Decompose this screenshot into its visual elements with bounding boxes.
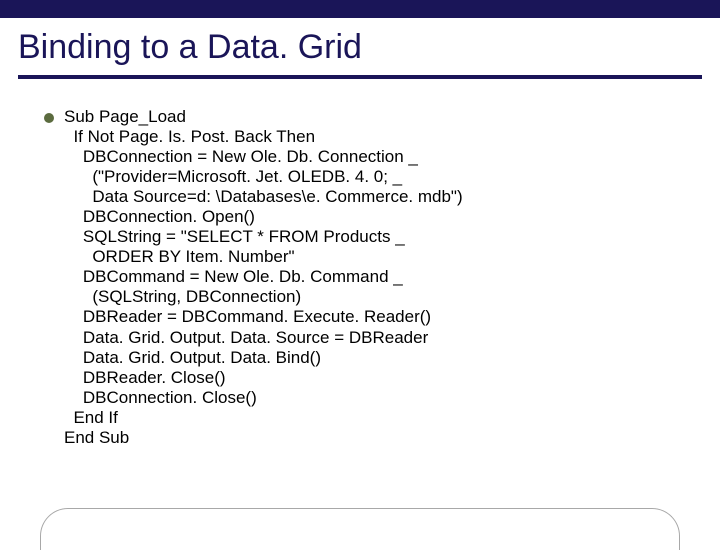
bullet-icon (44, 113, 54, 123)
header-bar (0, 0, 720, 18)
code-block: Sub Page_Load If Not Page. Is. Post. Bac… (64, 107, 700, 448)
content-area: Sub Page_Load If Not Page. Is. Post. Bac… (0, 79, 720, 448)
slide-title: Binding to a Data. Grid (0, 18, 720, 75)
footer-curve (40, 508, 680, 550)
